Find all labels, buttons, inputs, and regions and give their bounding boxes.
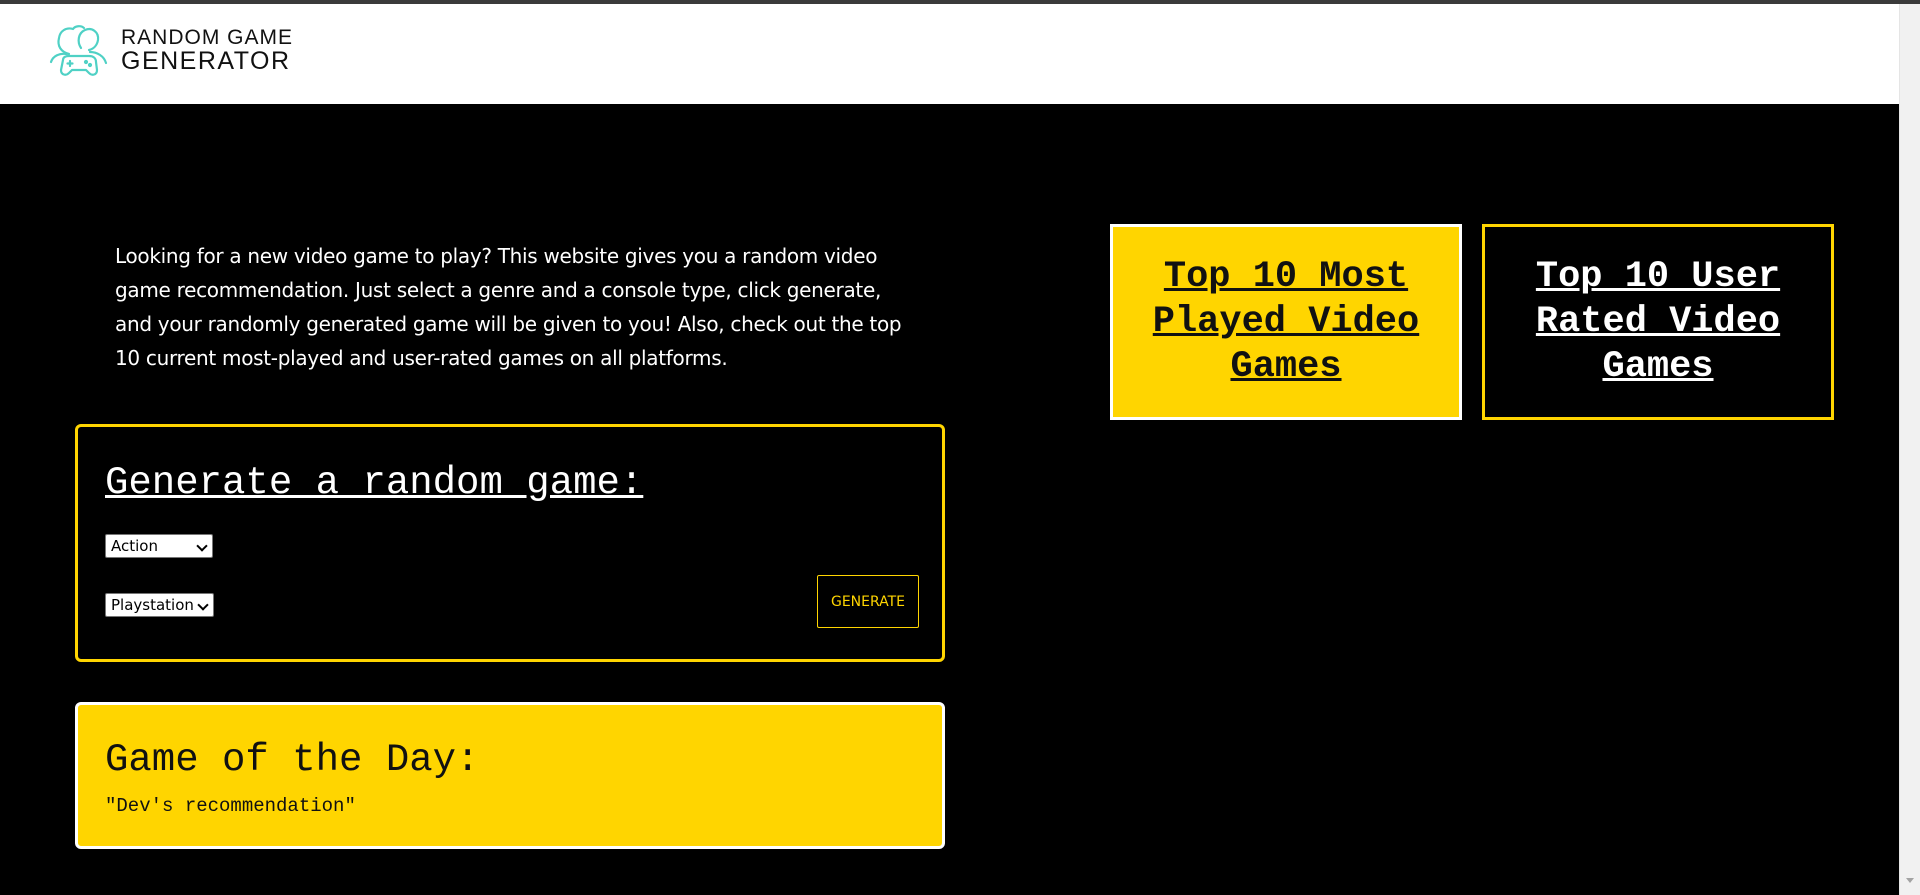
most-played-card[interactable]: Top 10 Most Played Video Games [1110, 224, 1462, 420]
people-gamepad-icon [49, 25, 108, 76]
genre-select-value: Action [111, 537, 158, 555]
logo-text: RANDOM GAME GENERATOR [121, 27, 293, 74]
chevron-down-icon [197, 599, 209, 611]
logo-line2: GENERATOR [121, 46, 291, 75]
game-of-the-day-recommendation: "Dev's recommendation" [105, 795, 356, 817]
game-of-the-day-panel: Game of the Day: "Dev's recommendation" [75, 702, 945, 849]
logo-line1: RANDOM GAME [121, 25, 294, 49]
most-played-link[interactable]: Top 10 Most Played Video Games [1113, 255, 1459, 390]
game-of-the-day-title: Game of the Day: [105, 738, 480, 782]
genre-select[interactable]: Action [105, 534, 213, 558]
generate-button[interactable]: GENERATE [817, 575, 919, 628]
user-rated-link[interactable]: Top 10 User Rated Video Games [1485, 255, 1831, 390]
console-select-value: Playstation [111, 596, 194, 614]
user-rated-card[interactable]: Top 10 User Rated Video Games [1482, 224, 1834, 420]
intro-text: Looking for a new video game to play? Th… [115, 244, 902, 370]
site-logo[interactable]: RANDOM GAME GENERATOR [47, 20, 327, 80]
console-select[interactable]: Playstation [105, 593, 214, 617]
site-header: RANDOM GAME GENERATOR [0, 4, 1899, 104]
chevron-down-icon [196, 540, 208, 552]
generate-panel: Generate a random game: Action Playstati… [75, 424, 945, 662]
scroll-down-arrow-icon[interactable] [1906, 878, 1914, 883]
generate-title: Generate a random game: [105, 461, 644, 505]
page-scrollbar[interactable] [1899, 4, 1920, 895]
